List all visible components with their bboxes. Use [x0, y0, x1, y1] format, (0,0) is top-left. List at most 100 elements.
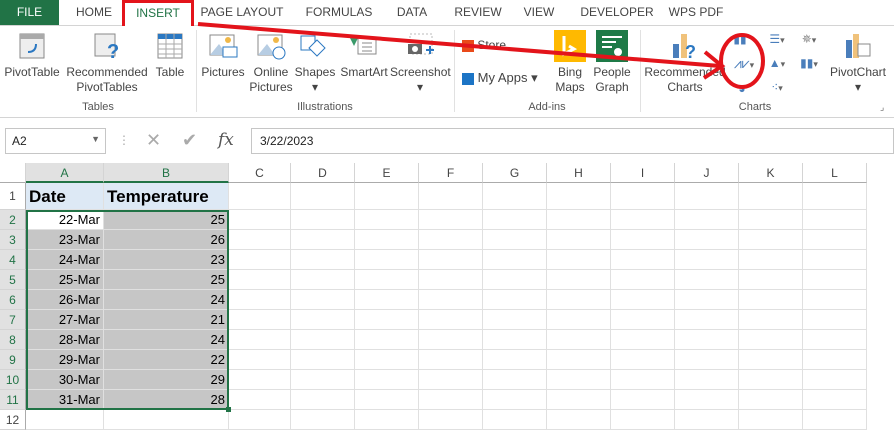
row-header-2[interactable]: 2 — [0, 210, 26, 230]
cell[interactable] — [675, 370, 739, 390]
cell[interactable] — [803, 390, 867, 410]
cell[interactable] — [483, 330, 547, 350]
cell[interactable] — [419, 270, 483, 290]
row-header-8[interactable]: 8 — [0, 330, 26, 350]
cell[interactable] — [483, 390, 547, 410]
column-header-k[interactable]: K — [739, 163, 803, 183]
row-header-6[interactable]: 6 — [0, 290, 26, 310]
cell[interactable] — [229, 270, 291, 290]
cell[interactable] — [355, 390, 419, 410]
cell[interactable] — [675, 410, 739, 430]
cell[interactable] — [483, 270, 547, 290]
cell[interactable] — [291, 390, 355, 410]
cell[interactable] — [355, 210, 419, 230]
row-header-7[interactable]: 7 — [0, 310, 26, 330]
cell[interactable] — [419, 290, 483, 310]
cell[interactable] — [419, 350, 483, 370]
cell[interactable] — [739, 310, 803, 330]
cell[interactable] — [547, 210, 611, 230]
cell[interactable] — [611, 410, 675, 430]
cell[interactable] — [611, 390, 675, 410]
row-header-4[interactable]: 4 — [0, 250, 26, 270]
cell[interactable] — [803, 250, 867, 270]
cell[interactable] — [483, 310, 547, 330]
cell[interactable] — [229, 290, 291, 310]
cell[interactable] — [611, 370, 675, 390]
cell[interactable] — [611, 230, 675, 250]
cell[interactable] — [675, 183, 739, 210]
cell[interactable] — [803, 370, 867, 390]
cell[interactable] — [419, 330, 483, 350]
fill-handle[interactable] — [226, 407, 231, 412]
cell[interactable] — [803, 290, 867, 310]
cell[interactable] — [483, 230, 547, 250]
cell[interactable] — [739, 390, 803, 410]
cell[interactable] — [803, 230, 867, 250]
column-header-g[interactable]: G — [483, 163, 547, 183]
cell[interactable] — [675, 350, 739, 370]
row-header-9[interactable]: 9 — [0, 350, 26, 370]
cell[interactable] — [803, 410, 867, 430]
cell[interactable] — [547, 390, 611, 410]
cell[interactable] — [355, 290, 419, 310]
column-header-f[interactable]: F — [419, 163, 483, 183]
cell[interactable] — [675, 210, 739, 230]
cell[interactable] — [229, 390, 291, 410]
cell[interactable] — [355, 310, 419, 330]
cell[interactable] — [26, 410, 104, 430]
cell[interactable] — [355, 330, 419, 350]
row-header-11[interactable]: 11 — [0, 390, 26, 410]
cell[interactable] — [611, 250, 675, 270]
cell[interactable] — [547, 183, 611, 210]
cell[interactable] — [739, 290, 803, 310]
column-header-c[interactable]: C — [229, 163, 291, 183]
cell[interactable] — [291, 230, 355, 250]
cell[interactable] — [483, 350, 547, 370]
cell[interactable] — [229, 250, 291, 270]
cell[interactable] — [611, 183, 675, 210]
cell[interactable] — [547, 250, 611, 270]
cell[interactable] — [547, 270, 611, 290]
row-header-10[interactable]: 10 — [0, 370, 26, 390]
cell[interactable] — [675, 270, 739, 290]
cell[interactable] — [229, 230, 291, 250]
column-header-b[interactable]: B — [104, 163, 229, 183]
cell[interactable] — [355, 410, 419, 430]
cell[interactable] — [739, 410, 803, 430]
cell[interactable] — [291, 183, 355, 210]
cell[interactable] — [229, 183, 291, 210]
cell[interactable] — [291, 410, 355, 430]
cell[interactable] — [483, 290, 547, 310]
column-header-a[interactable]: A — [26, 163, 104, 183]
cell[interactable] — [803, 270, 867, 290]
row-header-12[interactable]: 12 — [0, 410, 26, 430]
cell[interactable] — [483, 210, 547, 230]
cell[interactable] — [419, 210, 483, 230]
select-all[interactable] — [0, 163, 26, 183]
cell[interactable] — [291, 330, 355, 350]
header-date[interactable]: Date — [26, 183, 104, 210]
cell[interactable] — [419, 310, 483, 330]
cell[interactable] — [739, 250, 803, 270]
cell[interactable] — [803, 183, 867, 210]
insert-function-icon[interactable]: fx — [218, 130, 234, 150]
cell[interactable] — [104, 410, 229, 430]
cell[interactable] — [611, 270, 675, 290]
column-header-i[interactable]: I — [611, 163, 675, 183]
row-header-5[interactable]: 5 — [0, 270, 26, 290]
cell[interactable] — [483, 183, 547, 210]
cell[interactable] — [611, 290, 675, 310]
cell[interactable] — [483, 250, 547, 270]
cell[interactable] — [291, 290, 355, 310]
chevron-down-icon[interactable]: ▼ — [91, 134, 100, 144]
cell[interactable] — [675, 390, 739, 410]
cell[interactable] — [739, 183, 803, 210]
cell[interactable] — [547, 330, 611, 350]
cell[interactable] — [229, 370, 291, 390]
cell[interactable] — [229, 310, 291, 330]
cell[interactable] — [291, 270, 355, 290]
column-header-h[interactable]: H — [547, 163, 611, 183]
header-temperature[interactable]: Temperature — [104, 183, 229, 210]
cell[interactable] — [675, 290, 739, 310]
cancel-icon[interactable]: ✕ — [146, 130, 161, 151]
